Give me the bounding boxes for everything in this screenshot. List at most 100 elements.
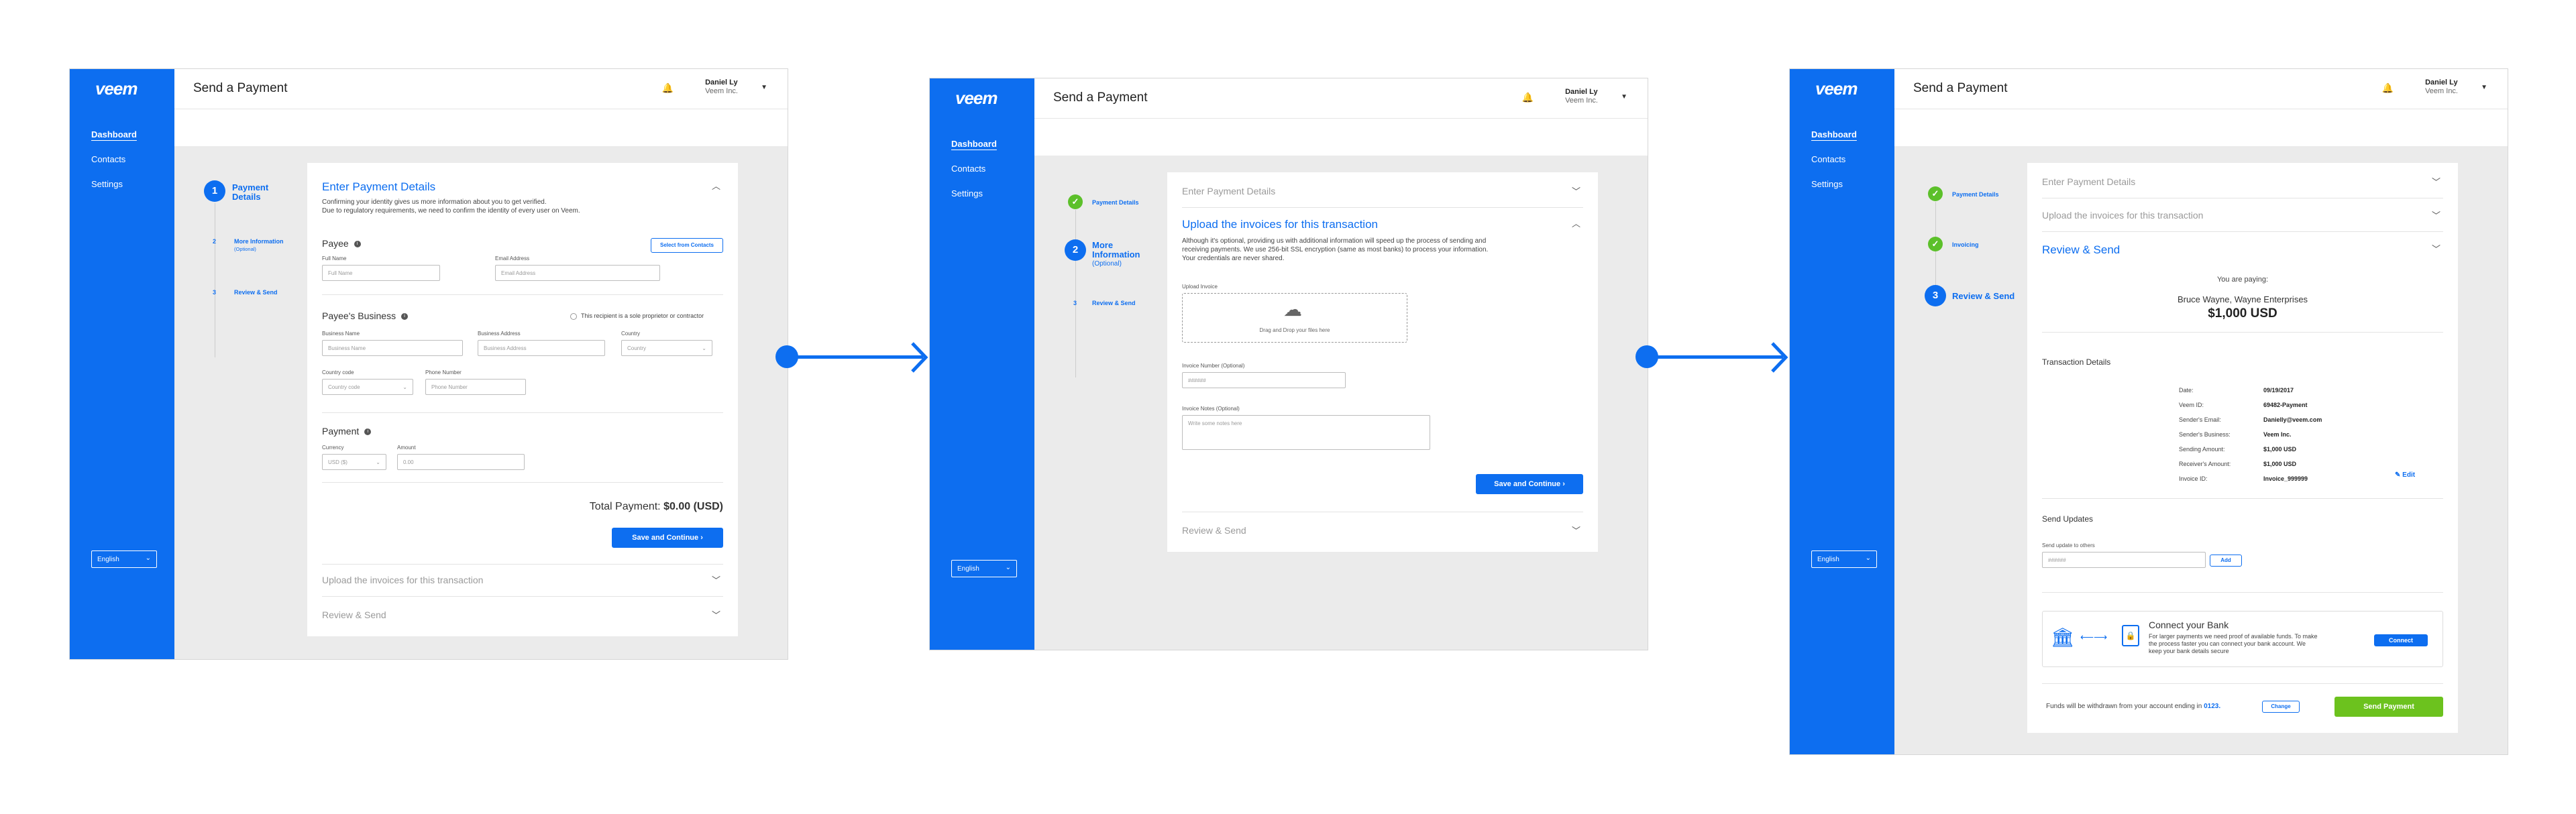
- collapsed-payment-details[interactable]: Enter Payment Details: [2042, 176, 2135, 187]
- caret-down-icon[interactable]: ▼: [1621, 93, 1627, 101]
- edit-link[interactable]: ✎ Edit: [2395, 471, 2415, 479]
- nav-settings[interactable]: Settings: [951, 188, 997, 198]
- bell-icon[interactable]: 🔔: [662, 82, 674, 94]
- flow-arrow-head: [911, 342, 928, 373]
- chevron-down-icon[interactable]: ﹀: [712, 573, 720, 586]
- language-select[interactable]: English ⌄: [1811, 550, 1877, 568]
- email-input[interactable]: Email Address: [495, 265, 660, 281]
- amount-input[interactable]: 0.00: [397, 454, 525, 470]
- step-1-label[interactable]: Payment Details: [1952, 191, 1999, 198]
- add-button[interactable]: Add: [2210, 555, 2242, 567]
- dropzone[interactable]: ☁ Drag and Drop your files here: [1182, 293, 1407, 343]
- currency-select[interactable]: USD ($) ⌄: [322, 454, 386, 470]
- divider: [322, 564, 723, 565]
- detail-value: Invoice_999999: [2263, 475, 2308, 482]
- detail-row: Sending Amount: $1,000 USD: [2179, 442, 2380, 457]
- nav-contacts[interactable]: Contacts: [951, 164, 997, 174]
- detail-key: Receiver's Amount:: [2179, 461, 2231, 467]
- step-2-label[interactable]: Invoicing: [1952, 241, 1979, 249]
- country-code-select[interactable]: Country code ⌄: [322, 379, 413, 395]
- transaction-details-list: Date: 09/19/2017 Veem ID: 69482-Payment Send…: [2179, 383, 2380, 486]
- country-label: Country: [621, 331, 641, 337]
- chevron-down-icon[interactable]: ﹀: [1572, 524, 1580, 536]
- payee-title-text: Payee: [322, 238, 349, 249]
- nav-dashboard[interactable]: Dashboard: [951, 139, 997, 149]
- chevron-down-icon[interactable]: ﹀: [1572, 184, 1580, 197]
- nav-settings[interactable]: Settings: [91, 179, 137, 189]
- upload-label: Upload Invoice: [1182, 284, 1218, 290]
- collapsed-upload-invoices[interactable]: Upload the invoices for this transaction: [322, 575, 483, 585]
- dropzone-text: Drag and Drop your files here: [1259, 327, 1330, 333]
- send-payment-button[interactable]: Send Payment: [2334, 697, 2443, 717]
- detail-value: $1,000 USD: [2263, 461, 2297, 467]
- detail-key: Sender's Business:: [2179, 431, 2231, 438]
- biz-name-label: Business Name: [322, 331, 360, 337]
- chevron-down-icon[interactable]: ﹀: [2432, 209, 2440, 221]
- connect-bank-panel: 🏛 ⟵⟶ 🔒 Connect your Bank For larger paym…: [2042, 611, 2443, 667]
- check-icon: ✓: [1928, 237, 1943, 251]
- detail-row: Sender's Email: Danielly@veem.com: [2179, 412, 2380, 427]
- step-2-label[interactable]: More Information (Optional): [234, 238, 284, 253]
- language-select[interactable]: English ⌄: [91, 550, 157, 568]
- step-2-sub: (Optional): [1092, 260, 1122, 268]
- currency-label: Currency: [322, 445, 344, 451]
- connect-button[interactable]: Connect: [2374, 634, 2428, 646]
- divider: [2042, 683, 2443, 684]
- nav-dashboard[interactable]: Dashboard: [91, 129, 137, 139]
- save-continue-button[interactable]: Save and Continue ›: [612, 528, 723, 548]
- language-select[interactable]: English ⌄: [951, 560, 1017, 577]
- sole-prop-checkbox[interactable]: This recipient is a sole proprietor or c…: [570, 312, 704, 321]
- chevron-down-icon[interactable]: ﹀: [2432, 242, 2440, 255]
- select-contacts-button[interactable]: Select from Contacts: [651, 238, 723, 253]
- chevron-down-icon[interactable]: ﹀: [712, 608, 720, 621]
- sidebar: veem Dashboard Contacts Settings English…: [1790, 69, 1894, 754]
- phone-label: Phone Number: [425, 369, 462, 375]
- detail-row: Receiver's Amount: $1,000 USD: [2179, 457, 2380, 471]
- step-3-label[interactable]: Review & Send: [1952, 292, 2015, 301]
- language-value: English: [97, 556, 119, 563]
- nav-settings[interactable]: Settings: [1811, 179, 1857, 189]
- biz-addr-input[interactable]: Business Address: [478, 340, 605, 356]
- send-updates-input[interactable]: ######: [2042, 552, 2206, 568]
- chevron-up-icon[interactable]: ︿: [1572, 217, 1580, 229]
- bell-icon[interactable]: 🔔: [1522, 92, 1534, 103]
- user-menu[interactable]: Daniel Ly Veem Inc.: [1565, 88, 1598, 105]
- phone-input[interactable]: Phone Number: [425, 379, 526, 395]
- country-select[interactable]: Country ⌄: [621, 340, 712, 356]
- detail-value: Veem Inc.: [2263, 431, 2292, 438]
- nav-contacts[interactable]: Contacts: [1811, 154, 1857, 164]
- user-menu[interactable]: Daniel Ly Veem Inc.: [705, 78, 738, 96]
- step-3-label[interactable]: Review & Send: [1092, 300, 1136, 307]
- collapsed-payment-details[interactable]: Enter Payment Details: [1182, 186, 1275, 196]
- total-payment: Total Payment: $0.00 (USD): [590, 501, 723, 513]
- change-button[interactable]: Change: [2262, 701, 2300, 713]
- invoice-notes-input[interactable]: Write some notes here: [1182, 415, 1430, 450]
- caret-down-icon[interactable]: ▼: [761, 84, 767, 91]
- invoice-number-input[interactable]: ######: [1182, 372, 1346, 388]
- email-label: Email Address: [495, 255, 530, 261]
- detail-key: Sender's Email:: [2179, 416, 2221, 423]
- step-3-label[interactable]: Review & Send: [234, 289, 278, 296]
- chevron-up-icon[interactable]: ︿: [712, 179, 720, 192]
- biz-name-input[interactable]: Business Name: [322, 340, 463, 356]
- caret-down-icon[interactable]: ▼: [2481, 84, 2487, 91]
- detail-value: $1,000 USD: [2263, 446, 2297, 453]
- chevron-down-icon[interactable]: ﹀: [2432, 175, 2440, 188]
- intro-line-2: receiving payments. We use 256-bit SSL e…: [1182, 246, 1489, 253]
- collapsed-review-send[interactable]: Review & Send: [1182, 525, 1246, 536]
- save-continue-label: Save and Continue: [1494, 480, 1561, 488]
- step-1-label[interactable]: Payment Details: [1092, 199, 1139, 207]
- sidebar-nav: Dashboard Contacts Settings: [1811, 129, 1857, 204]
- stepper-line: [1075, 210, 1076, 377]
- collapsed-upload-invoices[interactable]: Upload the invoices for this transaction: [2042, 210, 2203, 221]
- save-continue-button[interactable]: Save and Continue ›: [1476, 474, 1583, 494]
- step-2-label[interactable]: More Information (Optional): [1092, 241, 1152, 269]
- full-name-input[interactable]: Full Name: [322, 265, 440, 281]
- step-1-label[interactable]: Payment Details: [232, 183, 279, 202]
- user-menu[interactable]: Daniel Ly Veem Inc.: [2425, 78, 2458, 96]
- nav-contacts[interactable]: Contacts: [91, 154, 137, 164]
- nav-dashboard[interactable]: Dashboard: [1811, 129, 1857, 139]
- user-name: Daniel Ly: [705, 78, 738, 86]
- bell-icon[interactable]: 🔔: [2382, 82, 2394, 94]
- collapsed-review-send[interactable]: Review & Send: [322, 609, 386, 620]
